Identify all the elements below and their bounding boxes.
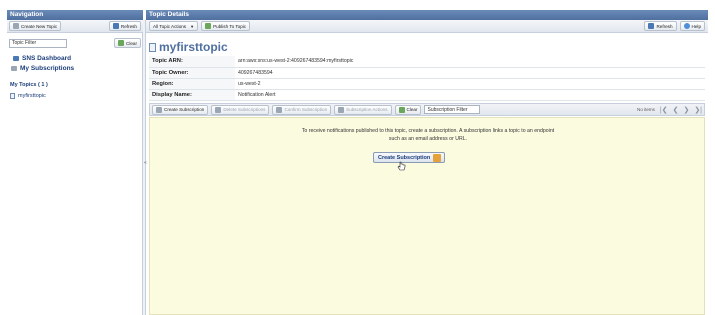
pager: No items |❮ ❮ ❯ ❯| [637, 106, 702, 114]
confirm-subscription-label: Confirm Subscription [284, 107, 328, 112]
subscription-filter-clear-button[interactable]: Clear [394, 104, 422, 115]
details-refresh-button[interactable]: Refresh [644, 21, 677, 31]
attribute-value: 409267483594 [235, 67, 705, 79]
refresh-icon [112, 23, 119, 29]
topic-list-item-label: myfirsttopic [18, 93, 46, 99]
subscription-actions-label: Subscription Actions [346, 107, 388, 112]
topic-details-header: Topic Details [146, 10, 708, 20]
subscription-filter-clear-label: Clear [406, 107, 418, 112]
topic-list-item[interactable]: myfirsttopic [10, 93, 46, 99]
attribute-value: us-west-2 [235, 78, 705, 90]
create-subscription-button[interactable]: Create Subscription [373, 152, 446, 163]
help-icon [683, 23, 690, 29]
navigation-panel: Create New Topic Refresh Topic Filter Cl… [7, 20, 143, 315]
publish-to-topic-label: Publish To Topic [213, 23, 247, 29]
table-row: Topic Owner: 409267483594 [149, 67, 705, 79]
help-button[interactable]: Help [679, 21, 705, 31]
my-subscriptions-link[interactable]: My Subscriptions [11, 64, 74, 72]
topic-filter-clear-label: Clear [126, 40, 137, 46]
pager-status: No items [637, 107, 655, 112]
next-page-icon[interactable]: ❯ [683, 106, 689, 114]
my-topics-heading: My Topics ( 1 ) [10, 82, 48, 88]
attribute-key: Region: [149, 78, 235, 90]
sns-dashboard-link[interactable]: SNS Dashboard [13, 54, 74, 62]
table-row: Topic ARN: arn:aws:sns:us-west-2:4092674… [149, 56, 705, 68]
navigation-links: SNS Dashboard My Subscriptions [11, 54, 74, 72]
dashboard-icon [13, 55, 19, 61]
attribute-value: arn:aws:sns:us-west-2:409267483594:myfir… [235, 56, 705, 68]
topic-attributes-table: Topic ARN: arn:aws:sns:us-west-2:4092674… [149, 56, 705, 101]
subscriptions-toolbar: Create Subscription Delete Subscriptions… [149, 103, 705, 116]
nav-refresh-button[interactable]: Refresh [108, 21, 141, 31]
delete-icon [215, 106, 222, 113]
topic-filter-clear-button[interactable]: Clear [114, 38, 141, 48]
create-subscription-toolbar-label: Create Subscription [164, 107, 205, 112]
topic-title: myfirsttopic [149, 40, 228, 54]
confirm-subscription-button[interactable]: Confirm Subscription [272, 104, 332, 115]
clear-icon [398, 106, 405, 113]
attribute-key: Topic Owner: [149, 67, 235, 79]
subscriptions-icon [11, 65, 17, 71]
empty-subscriptions-message: To receive notifications published to th… [301, 128, 555, 142]
nav-refresh-label: Refresh [120, 23, 137, 29]
delete-subscriptions-button[interactable]: Delete Subscriptions [211, 104, 270, 115]
topic-details-toolbar: All Topic Actions ▼ Publish To Topic Ref… [146, 20, 708, 33]
first-page-icon[interactable]: |❮ [660, 106, 668, 114]
subscription-add-icon [433, 153, 442, 162]
all-topic-actions-dropdown[interactable]: All Topic Actions ▼ [149, 21, 199, 31]
table-row: Display Name: Notification Alert [149, 89, 705, 101]
navigation-toolbar: Create New Topic Refresh [7, 20, 143, 33]
actions-icon [338, 106, 345, 113]
refresh-icon [648, 23, 655, 29]
subscriptions-empty-area: To receive notifications published to th… [149, 117, 705, 315]
navigation-header: Navigation [7, 10, 143, 20]
last-page-icon[interactable]: ❯| [694, 106, 702, 114]
my-subscriptions-label: My Subscriptions [20, 64, 75, 72]
create-subscription-icon [156, 106, 162, 113]
delete-subscriptions-label: Delete Subscriptions [223, 107, 266, 112]
attribute-key: Display Name: [149, 89, 235, 101]
create-new-topic-button[interactable]: Create New Topic [9, 21, 62, 31]
all-topic-actions-label: All Topic Actions [153, 23, 187, 29]
clear-icon [118, 40, 125, 46]
new-topic-icon [13, 23, 19, 29]
attribute-value: Notification Alert [235, 89, 705, 101]
topic-icon [149, 42, 156, 52]
previous-page-icon[interactable]: ❮ [673, 106, 679, 114]
confirm-icon [276, 106, 283, 113]
create-subscription-button-label: Create Subscription [378, 154, 431, 161]
create-subscription-toolbar-button[interactable]: Create Subscription [152, 104, 209, 115]
sns-dashboard-label: SNS Dashboard [22, 54, 72, 62]
table-row: Region: us-west-2 [149, 78, 705, 90]
subscription-filter-input[interactable]: Subscription Filter [424, 105, 481, 114]
topic-filter-row: Topic Filter Clear [7, 37, 143, 49]
help-label: Help [691, 23, 701, 29]
create-new-topic-label: Create New Topic [21, 23, 58, 29]
details-refresh-label: Refresh [656, 23, 673, 29]
topic-filter-input[interactable]: Topic Filter [9, 38, 67, 48]
topic-title-text: myfirsttopic [159, 40, 228, 54]
attribute-key: Topic ARN: [149, 56, 235, 68]
publish-icon [205, 23, 212, 29]
topic-details-panel: All Topic Actions ▼ Publish To Topic Ref… [146, 20, 708, 315]
publish-to-topic-button[interactable]: Publish To Topic [201, 21, 251, 31]
chevron-down-icon: ▼ [190, 23, 195, 29]
subscription-actions-button[interactable]: Subscription Actions [334, 104, 392, 115]
topic-icon [10, 93, 15, 99]
hand-cursor-icon [397, 161, 406, 171]
